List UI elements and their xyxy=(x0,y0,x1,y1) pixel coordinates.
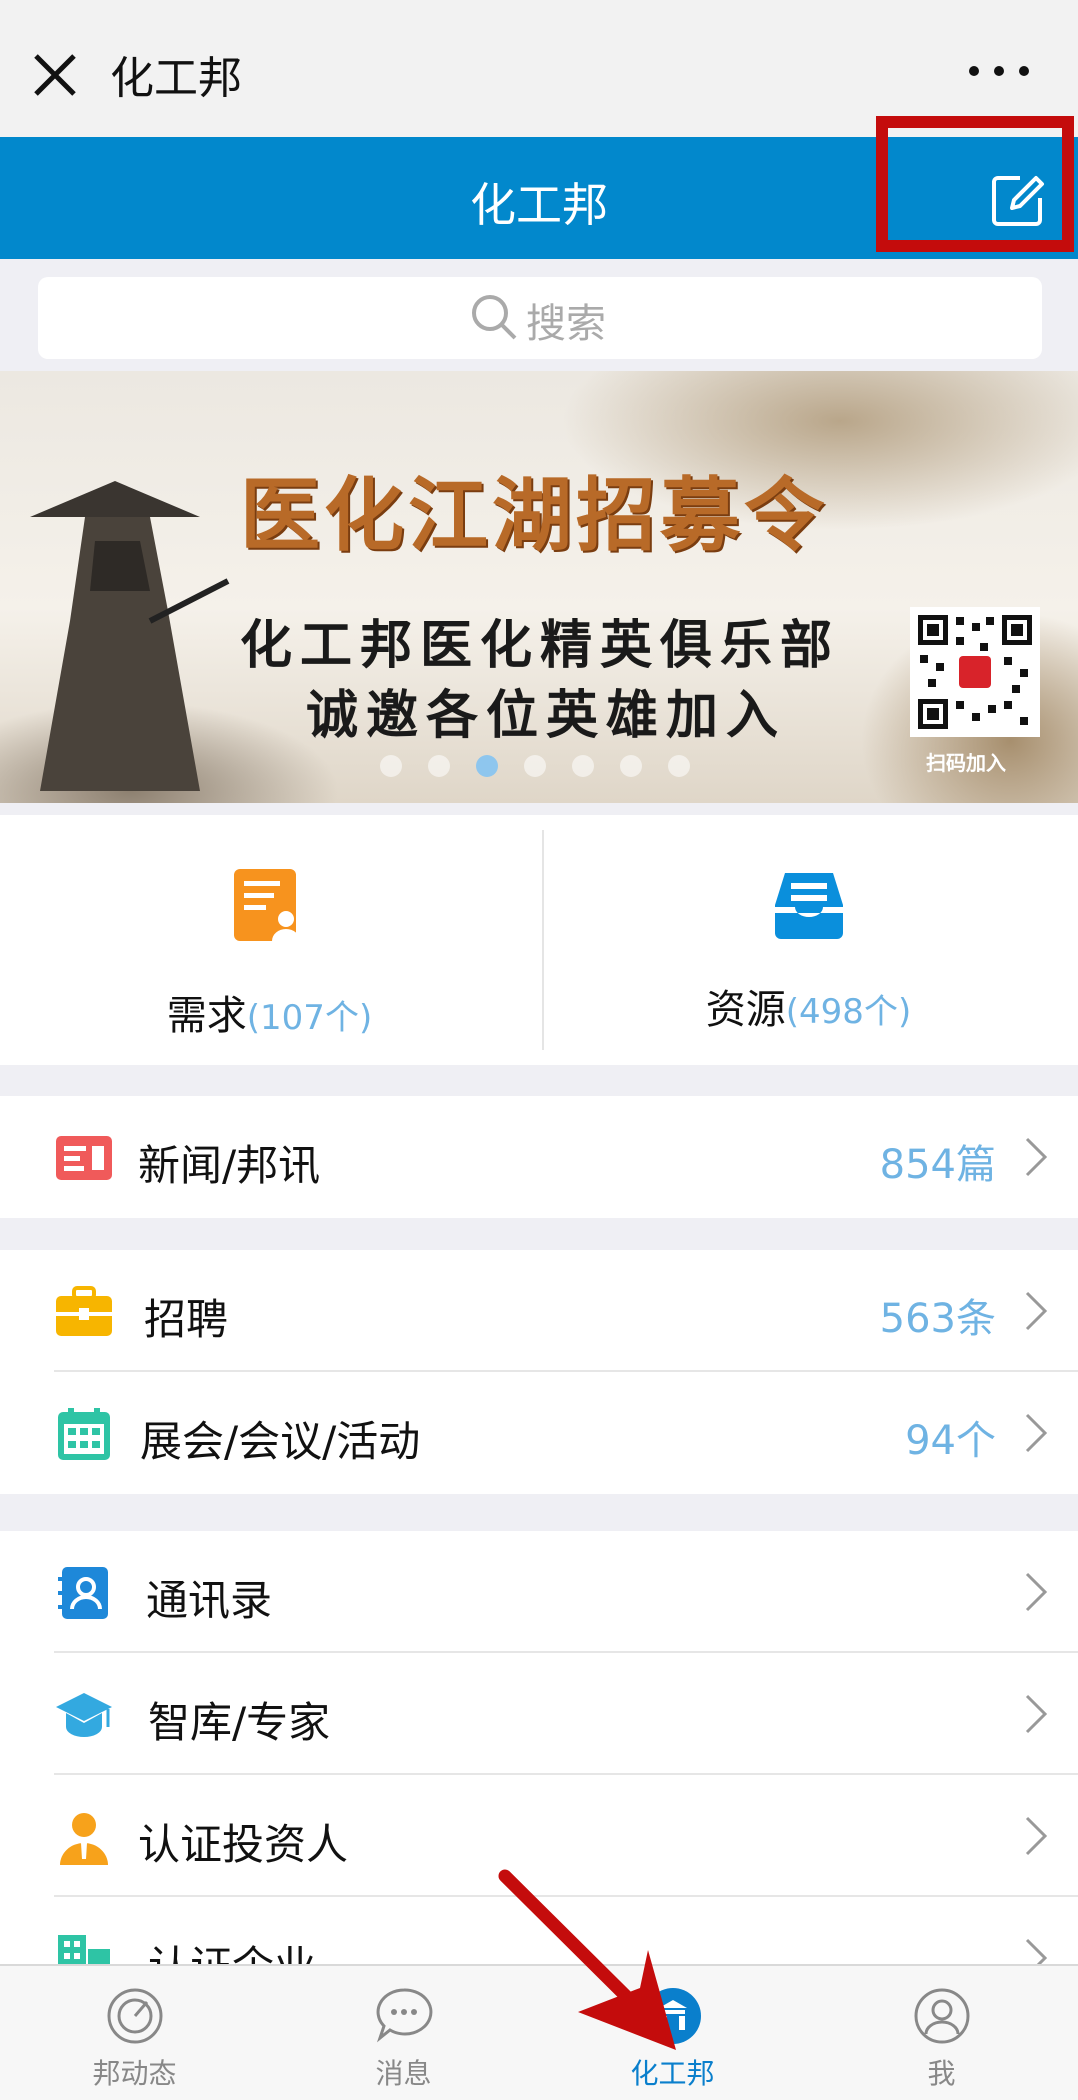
promo-banner[interactable]: 医化江湖招募令 化工邦医化精英俱乐部 诚邀各位英雄加入 扫码加入 xyxy=(0,371,1078,803)
menu-item-events[interactable]: 展会/会议/活动 94个 xyxy=(0,1372,1078,1494)
resource-icon xyxy=(775,873,843,939)
carousel-dot[interactable] xyxy=(428,755,450,777)
menu-item-label: 新闻/邦讯 xyxy=(138,1141,321,1190)
carousel-dot[interactable] xyxy=(572,755,594,777)
carousel-dot[interactable] xyxy=(620,755,642,777)
menu-group-network: 通讯录 智库/专家 认证投资人 认证企业 xyxy=(0,1531,1078,1964)
qr-caption: 扫码加入 xyxy=(926,751,1006,775)
chevron-right-icon xyxy=(1025,1816,1048,1856)
search-input[interactable]: 搜索 xyxy=(38,277,1042,359)
bottom-tab-bar: 邦动态 消息 化工邦 我 xyxy=(0,1964,1078,2100)
carousel-dot-active[interactable] xyxy=(476,755,498,777)
menu-item-investors[interactable]: 认证投资人 xyxy=(0,1775,1078,1897)
tab-label: 消息 xyxy=(375,2057,432,2090)
demand-entry[interactable]: 需求(107个) xyxy=(0,815,539,1065)
banner-line-2: 诚邀各位英雄加入 xyxy=(306,685,787,746)
quick-entries: 需求(107个) 资源(498个) xyxy=(0,815,1078,1065)
resource-entry[interactable]: 资源(498个) xyxy=(539,815,1078,1065)
resource-count: (498个) xyxy=(785,992,912,1032)
carousel-dot[interactable] xyxy=(524,755,546,777)
chevron-right-icon xyxy=(1025,1572,1048,1612)
chevron-right-icon xyxy=(1025,1413,1048,1453)
calendar-icon xyxy=(58,1408,110,1460)
search-icon xyxy=(472,295,517,340)
carousel-dots[interactable] xyxy=(380,755,690,777)
briefcase-icon xyxy=(56,1286,112,1336)
menu-item-news[interactable]: 新闻/邦讯 854篇 xyxy=(0,1096,1078,1218)
search-placeholder: 搜索 xyxy=(526,301,606,347)
graduation-cap-icon xyxy=(56,1693,112,1737)
news-icon xyxy=(56,1136,112,1180)
tab-profile[interactable]: 我 xyxy=(807,1966,1076,2100)
close-icon[interactable] xyxy=(30,50,80,100)
message-icon xyxy=(376,1988,433,2043)
menu-item-jobs[interactable]: 招聘 563条 xyxy=(0,1250,1078,1372)
dashboard-icon xyxy=(107,1988,163,2044)
tab-label: 邦动态 xyxy=(92,2057,177,2090)
chevron-right-icon xyxy=(1025,1137,1048,1177)
highlight-box xyxy=(876,116,1074,252)
tab-label: 化工邦 xyxy=(630,2057,715,2090)
contacts-icon xyxy=(58,1567,108,1619)
tab-label: 我 xyxy=(927,2057,956,2090)
warrior-illustration xyxy=(30,481,230,791)
menu-item-label: 认证投资人 xyxy=(138,1820,349,1869)
menu-item-contacts[interactable]: 通讯录 xyxy=(0,1531,1078,1653)
menu-item-label: 招聘 xyxy=(144,1295,229,1344)
home-icon xyxy=(645,1988,701,2044)
banner-slogan: 医化江湖招募令 xyxy=(240,468,828,562)
demand-label: 需求(107个) xyxy=(0,983,539,1041)
profile-icon xyxy=(914,1988,970,2044)
menu-item-experts[interactable]: 智库/专家 xyxy=(0,1653,1078,1775)
investor-icon xyxy=(60,1813,108,1865)
company-icon xyxy=(58,1935,110,1964)
menu-item-label: 认证企业 xyxy=(148,1933,316,1964)
menu-group-news: 新闻/邦讯 854篇 xyxy=(0,1096,1078,1218)
menu-group-jobs-events: 招聘 563条 展会/会议/活动 94个 xyxy=(0,1250,1078,1494)
demand-title: 需求 xyxy=(166,993,247,1039)
menu-item-label: 展会/会议/活动 xyxy=(140,1417,421,1466)
menu-item-count: 854篇 xyxy=(879,1142,996,1188)
qr-code xyxy=(910,607,1040,737)
menu-item-label: 通讯录 xyxy=(146,1576,273,1625)
demand-count: (107个) xyxy=(246,998,373,1038)
resource-title: 资源 xyxy=(705,987,786,1033)
carousel-dot[interactable] xyxy=(380,755,402,777)
menu-item-companies[interactable]: 认证企业 xyxy=(0,1897,1078,1964)
tab-dashboard[interactable]: 邦动态 xyxy=(0,1966,269,2100)
window-title: 化工邦 xyxy=(110,53,242,104)
tab-messages[interactable]: 消息 xyxy=(269,1966,538,2100)
carousel-dot[interactable] xyxy=(668,755,690,777)
banner-line-1: 化工邦医化精英俱乐部 xyxy=(240,615,841,676)
chevron-right-icon xyxy=(1025,1938,1048,1964)
tab-home[interactable]: 化工邦 xyxy=(538,1966,807,2100)
menu-item-count: 563条 xyxy=(879,1296,996,1342)
more-icon[interactable] xyxy=(964,56,1034,86)
chevron-right-icon xyxy=(1025,1291,1048,1331)
demand-icon xyxy=(234,869,300,941)
chevron-right-icon xyxy=(1025,1694,1048,1734)
menu-item-count: 94个 xyxy=(905,1418,996,1464)
qr-code-pattern xyxy=(916,613,1034,731)
menu-item-label: 智库/专家 xyxy=(148,1698,331,1747)
resource-label: 资源(498个) xyxy=(539,977,1078,1035)
